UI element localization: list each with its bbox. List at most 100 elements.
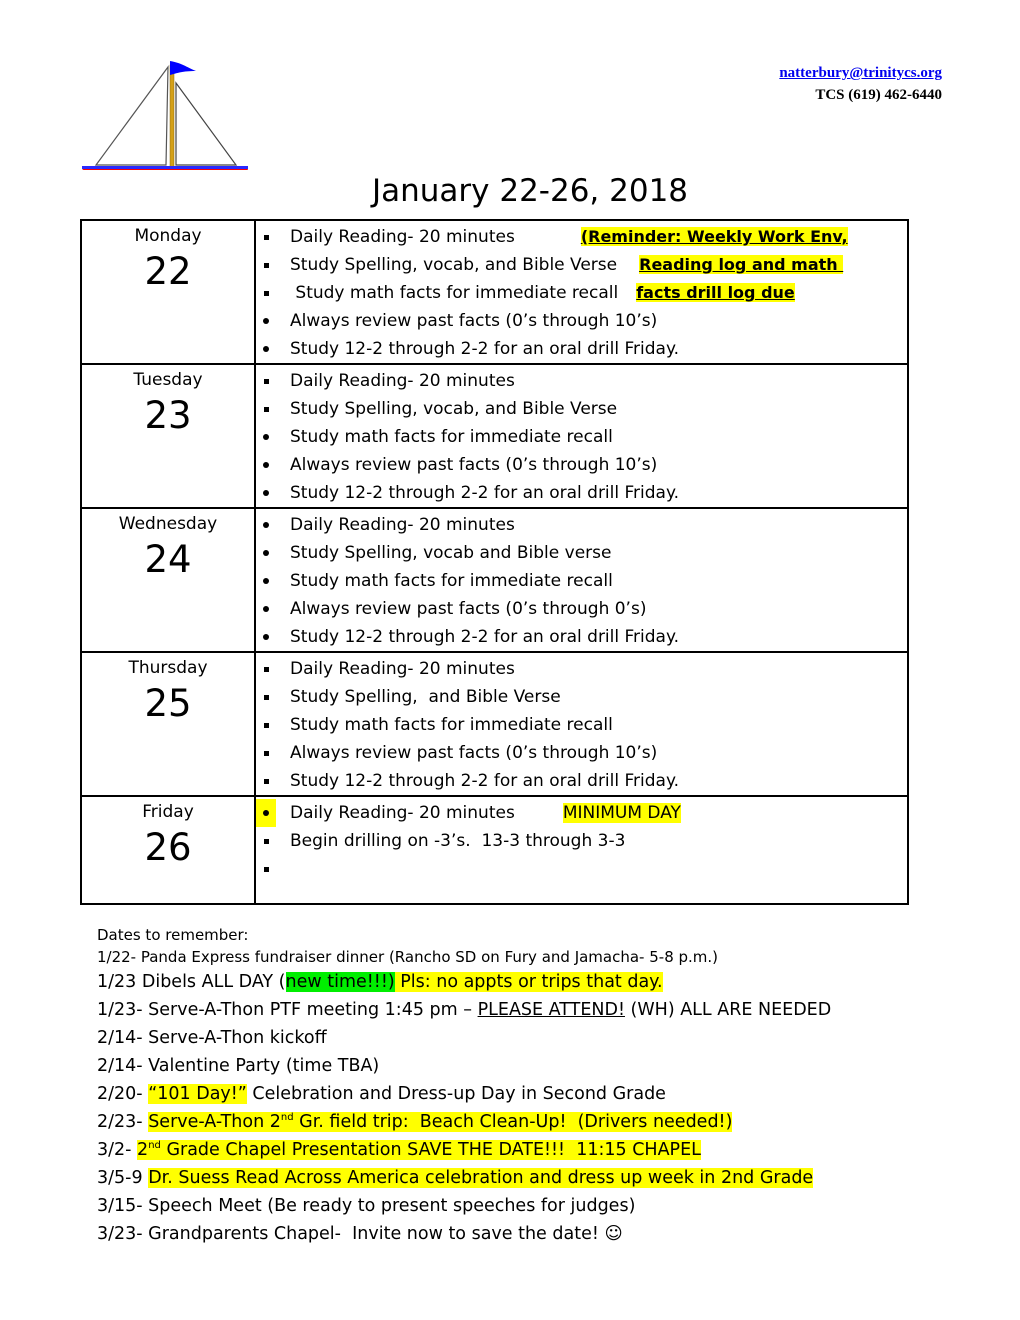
day-number: 22 (144, 250, 192, 293)
task-item: Begin drilling on -3’s. 13-3 through 3-3 (256, 827, 907, 855)
task-item: Study math facts for immediate recall (256, 711, 907, 739)
sailboat-icon (82, 61, 248, 170)
highlight-text-a: 2 (137, 1140, 149, 1160)
day-cell: Thursday 25 (80, 651, 256, 797)
date-item: 2/14- Serve-A-Thon kickoff (97, 1024, 937, 1052)
date-item: 3/2- 2nd Grade Chapel Presentation SAVE … (97, 1136, 937, 1164)
square-bullet-icon (256, 711, 276, 739)
highlight-yellow: Serve-A-Thon 2nd Gr. field trip: Beach C… (148, 1112, 733, 1132)
highlight-green: new time!!!) (285, 972, 395, 992)
day-number: 23 (144, 394, 192, 437)
date-item: 3/15- Speech Meet (Be ready to present s… (97, 1192, 937, 1220)
date-item: 1/23- Serve-A-Thon PTF meeting 1:45 pm –… (97, 996, 937, 1024)
dates-heading: Dates to remember: (97, 926, 249, 944)
task-item: Study Spelling, vocab, and Bible Verse (256, 395, 907, 423)
date-item: 3/5-9 Dr. Suess Read Across America cele… (97, 1164, 937, 1192)
date-item: 1/22- Panda Express fundraiser dinner (R… (97, 946, 937, 968)
task-item: Study Spelling, vocab, and Bible Verse Re… (256, 251, 907, 279)
smiley-icon: ☺ (604, 1224, 623, 1244)
task-text: Daily Reading- 20 minutes (290, 659, 515, 679)
day-name: Wednesday (118, 514, 218, 534)
contact-info: natterbury@trinitycs.org TCS (619) 462-6… (779, 62, 942, 106)
date-text: 3/23- Grandparents Chapel- Invite now to… (97, 1224, 605, 1244)
dates-to-remember: Dates to remember: 1/22- Panda Express f… (97, 924, 937, 1248)
task-text: Daily Reading- 20 minutes (290, 371, 515, 391)
day-name: Tuesday (133, 370, 203, 390)
task-item: Daily Reading- 20 minutes (256, 655, 907, 683)
reminder-note: (Reminder: Weekly Work Env, (580, 227, 848, 246)
dot-bullet-icon (256, 451, 276, 479)
highlight-yellow: Dr. Suess Read Across America celebratio… (148, 1168, 814, 1188)
dot-bullet-icon (256, 567, 276, 595)
task-text: Study Spelling, and Bible Verse (290, 687, 561, 707)
tasks-cell: Daily Reading- 20 minutes MINIMUM DAY Begi… (254, 795, 909, 905)
task-text: Daily Reading- 20 minutes (290, 515, 515, 535)
task-text: Study Spelling, vocab, and Bible Verse (290, 399, 618, 419)
task-item: Study 12-2 through 2-2 for an oral drill… (256, 479, 907, 507)
phone-number: TCS (619) 462-6440 (815, 87, 942, 103)
task-item: Daily Reading- 20 minutes (256, 367, 907, 395)
email-link[interactable]: natterbury@trinitycs.org (779, 65, 942, 81)
task-item: Study 12-2 through 2-2 for an oral drill… (256, 767, 907, 795)
date-text: 1/22- Panda Express fundraiser dinner (R… (97, 948, 719, 966)
underlined-text: PLEASE ATTEND! (477, 1000, 625, 1020)
square-bullet-icon (256, 395, 276, 423)
task-text: Study Spelling, vocab and Bible verse (290, 543, 612, 563)
task-text: Study 12-2 through 2-2 for an oral drill… (290, 627, 680, 647)
date-item: 3/23- Grandparents Chapel- Invite now to… (97, 1220, 937, 1248)
weekly-schedule-table: Monday 22 Daily Reading- 20 minutes (Remind… (80, 219, 909, 905)
date-text: 3/15- Speech Meet (Be ready to present s… (97, 1196, 636, 1216)
reminder-note: facts drill log due (636, 283, 795, 302)
day-row-friday: Friday 26 Daily Reading- 20 minutes MINIMUM… (80, 795, 909, 905)
date-text-suffix: Celebration and Dress-up Day in Second G… (246, 1084, 666, 1104)
task-text: Study Spelling, vocab, and Bible Verse (290, 255, 618, 275)
reminder-note: Reading log and math (639, 255, 844, 274)
date-text: 2/14- Serve-A-Thon kickoff (97, 1028, 327, 1048)
highlight-text-b: Gr. field trip: Beach Clean-Up! (Drivers… (293, 1112, 733, 1132)
dot-bullet-icon (256, 307, 276, 335)
tasks-cell: Daily Reading- 20 minutes Study Spelling,… (254, 507, 909, 653)
square-bullet-icon (256, 655, 276, 683)
task-text: Always review past facts (0’s through 10… (290, 743, 658, 763)
task-item: Always review past facts (0’s through 10… (256, 307, 907, 335)
day-row-tuesday: Tuesday 23 Daily Reading- 20 minutes Study … (80, 363, 909, 509)
task-item: Daily Reading- 20 minutes (256, 511, 907, 539)
task-text: Daily Reading- 20 minutes (290, 803, 515, 823)
task-text: Study math facts for immediate recall (290, 571, 613, 591)
task-text: Study 12-2 through 2-2 for an oral drill… (290, 771, 680, 791)
square-bullet-icon (256, 683, 276, 711)
task-item: Study 12-2 through 2-2 for an oral drill… (256, 623, 907, 651)
date-text: 2/20- (97, 1084, 149, 1104)
dot-bullet-icon (256, 539, 276, 567)
day-name: Thursday (128, 658, 208, 678)
highlight-yellow: Pls: no appts or trips that day. (394, 972, 663, 992)
day-cell: Monday 22 (80, 219, 256, 365)
highlight-yellow: 2nd Grade Chapel Presentation SAVE THE D… (137, 1140, 701, 1160)
date-text: 1/23- Serve-A-Thon PTF meeting 1:45 pm – (97, 1000, 478, 1020)
tasks-cell: Daily Reading- 20 minutes Study Spelling,… (254, 363, 909, 509)
dot-bullet-icon (256, 799, 276, 827)
task-item: Study math facts for immediate recall (256, 423, 907, 451)
tasks-cell: Daily Reading- 20 minutes Study Spelling,… (254, 651, 909, 797)
task-text: Always review past facts (0’s through 10… (290, 311, 658, 331)
day-name: Monday (134, 226, 202, 246)
dot-bullet-icon (256, 623, 276, 651)
square-bullet-icon (256, 367, 276, 395)
task-list: Daily Reading- 20 minutes MINIMUM DAY Begi… (256, 799, 907, 883)
square-bullet-icon (256, 223, 276, 251)
day-name: Friday (142, 802, 194, 822)
task-text: Always review past facts (0’s through 0’… (290, 599, 647, 619)
task-text: Study math facts for immediate recall (290, 283, 619, 303)
task-item: Study 12-2 through 2-2 for an oral drill… (256, 335, 907, 363)
task-item: Daily Reading- 20 minutes (Reminder: Week… (256, 223, 907, 251)
dot-bullet-icon (256, 423, 276, 451)
task-text: Study math facts for immediate recall (290, 715, 613, 735)
date-text: 1/23 Dibels ALL DAY ( (97, 972, 286, 992)
ordinal-suffix: nd (280, 1112, 294, 1124)
reminder-note: MINIMUM DAY (562, 803, 681, 823)
dot-bullet-icon (256, 511, 276, 539)
date-item: 1/23 Dibels ALL DAY (new time!!!) Pls: n… (97, 968, 937, 996)
task-text: Always review past facts (0’s through 10… (290, 455, 658, 475)
day-row-wednesday: Wednesday 24 Daily Reading- 20 minutes Stud… (80, 507, 909, 653)
square-bullet-icon (256, 827, 276, 855)
